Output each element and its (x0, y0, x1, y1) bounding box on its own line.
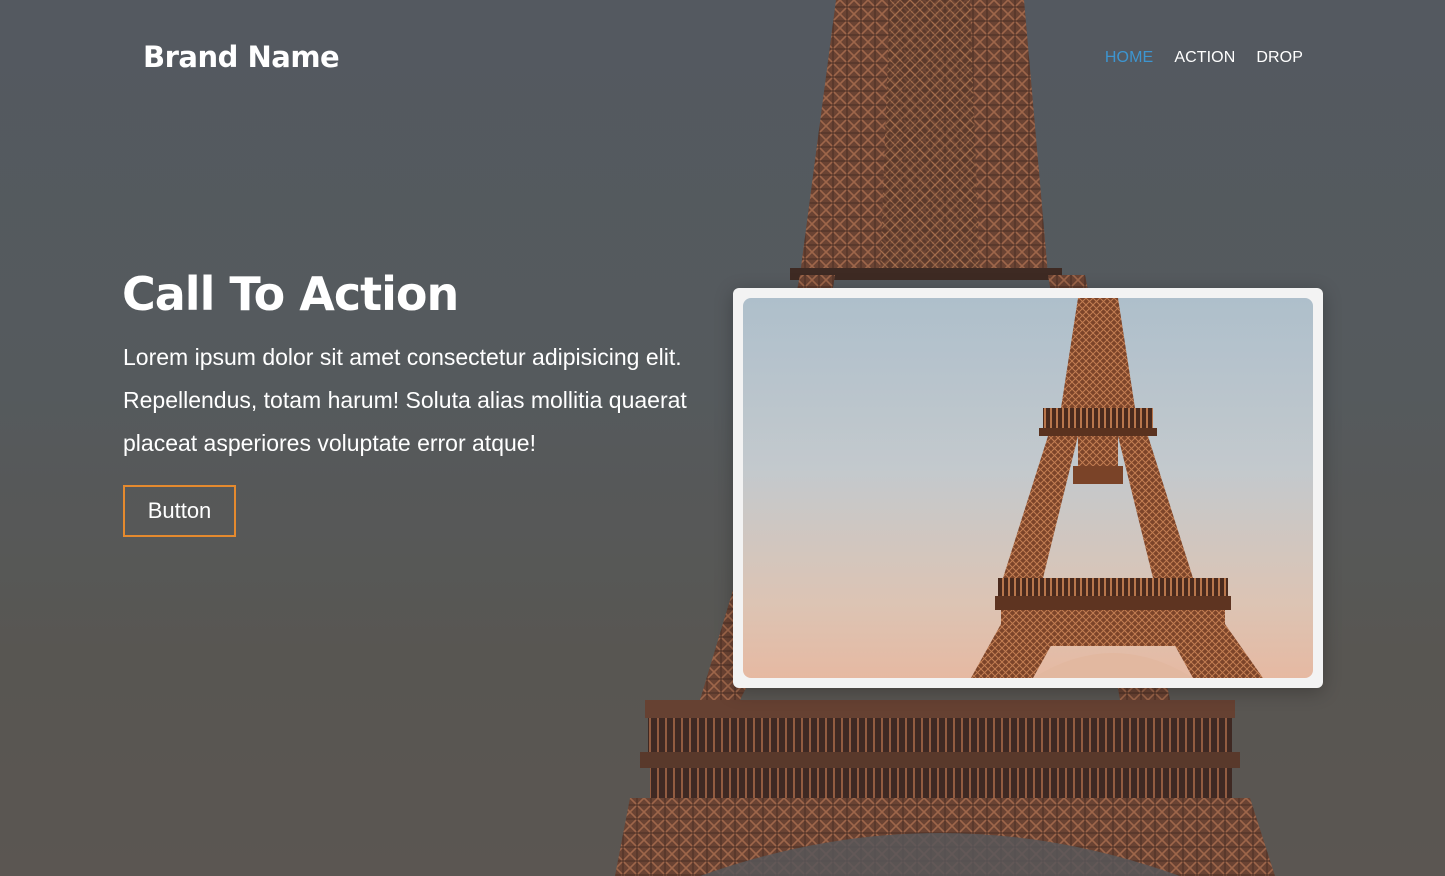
call-to-action-button[interactable]: Button (123, 485, 236, 537)
nav-link-drop[interactable]: DROP (1256, 49, 1303, 67)
featured-photo-frame (733, 288, 1323, 688)
main-nav: HOME ACTION DROP (1105, 49, 1303, 67)
nav-link-action[interactable]: ACTION (1174, 49, 1235, 67)
hero-description: Lorem ipsum dolor sit amet consectetur a… (123, 344, 687, 456)
eiffel-tower-photo (743, 298, 1313, 678)
brand-logo[interactable]: Brand Name (143, 40, 340, 74)
page: Brand Name HOME ACTION DROP Call To Acti… (0, 0, 1445, 876)
hero-title: Call To Action (122, 267, 459, 321)
nav-link-home[interactable]: HOME (1105, 49, 1153, 67)
navbar: Brand Name HOME ACTION DROP (0, 0, 1445, 118)
